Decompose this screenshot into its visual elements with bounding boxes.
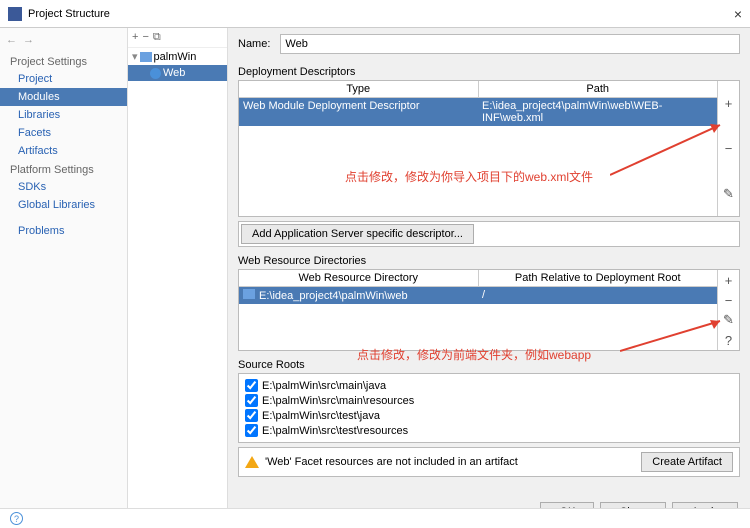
titlebar: Project Structure × <box>0 0 750 28</box>
col-type: Type <box>239 81 479 97</box>
tree-panel: + − ⧉ ▾ palmWin Web <box>128 28 228 508</box>
section-header: Platform Settings <box>0 160 127 178</box>
checkbox[interactable] <box>245 394 258 407</box>
resources-label: Web Resource Directories <box>238 255 740 267</box>
source-root-item[interactable]: E:\palmWin\src\main\java <box>245 378 733 393</box>
source-root-item[interactable]: E:\palmWin\src\test\resources <box>245 423 733 438</box>
edit-icon[interactable]: ✎ <box>718 310 739 330</box>
sidebar-item-sdks[interactable]: SDKs <box>0 178 127 196</box>
deployment-label: Deployment Descriptors <box>238 66 740 78</box>
tree-item[interactable]: ▾ palmWin <box>128 48 227 65</box>
name-label: Name: <box>238 38 270 50</box>
forward-icon[interactable]: → <box>23 34 34 46</box>
warning-row: 'Web' Facet resources are not included i… <box>238 447 740 477</box>
col-dir: Web Resource Directory <box>239 270 479 286</box>
sidebar-item-global-libraries[interactable]: Global Libraries <box>0 196 127 214</box>
close-icon[interactable]: × <box>734 6 742 22</box>
content: Name: Deployment Descriptors Type Path W… <box>228 28 750 508</box>
sidebar-item-problems[interactable]: Problems <box>0 222 127 240</box>
add-descriptor-button[interactable]: Add Application Server specific descript… <box>241 224 474 244</box>
deployment-table: Type Path Web Module Deployment Descript… <box>238 80 740 217</box>
sidebar-item-libraries[interactable]: Libraries <box>0 106 127 124</box>
add-icon[interactable]: + <box>718 270 739 290</box>
sidebar-item-facets[interactable]: Facets <box>0 124 127 142</box>
source-root-item[interactable]: E:\palmWin\src\main\resources <box>245 393 733 408</box>
remove-icon[interactable]: − <box>718 126 739 171</box>
checkbox[interactable] <box>245 409 258 422</box>
web-icon <box>150 68 161 79</box>
resources-table: Web Resource Directory Path Relative to … <box>238 269 740 351</box>
tree-label: Web <box>163 67 185 79</box>
help-icon[interactable]: ? <box>10 512 23 525</box>
help-icon[interactable]: ? <box>718 330 739 350</box>
edit-icon[interactable]: ✎ <box>718 171 739 216</box>
checkbox[interactable] <box>245 424 258 437</box>
cell-dir: E:\idea_project4\palmWin\web <box>239 287 478 304</box>
copy-icon[interactable]: ⧉ <box>153 31 161 44</box>
status-bar: ? <box>0 508 750 528</box>
window-title: Project Structure <box>28 8 110 20</box>
warning-text: 'Web' Facet resources are not included i… <box>265 456 518 468</box>
table-row[interactable]: E:\idea_project4\palmWin\web / <box>239 287 717 304</box>
tree-label: palmWin <box>154 51 197 63</box>
sidebar-item-artifacts[interactable]: Artifacts <box>0 142 127 160</box>
sidebar-item-project[interactable]: Project <box>0 70 127 88</box>
sidebar: ← → Project Settings Project Modules Lib… <box>0 28 128 508</box>
add-icon[interactable]: + <box>718 81 739 126</box>
col-path: Path <box>479 81 718 97</box>
create-artifact-button[interactable]: Create Artifact <box>641 452 733 472</box>
app-icon <box>8 7 22 21</box>
add-icon[interactable]: + <box>132 31 138 44</box>
warning-icon <box>245 456 259 468</box>
source-roots-label: Source Roots <box>238 359 740 371</box>
table-row[interactable]: Web Module Deployment Descriptor E:\idea… <box>239 98 717 126</box>
remove-icon[interactable]: − <box>718 290 739 310</box>
folder-icon <box>140 52 152 62</box>
remove-icon[interactable]: − <box>142 31 148 44</box>
section-header: Project Settings <box>0 52 127 70</box>
tree-item[interactable]: Web <box>128 65 227 81</box>
source-roots-box: E:\palmWin\src\main\java E:\palmWin\src\… <box>238 373 740 443</box>
cell-path: E:\idea_project4\palmWin\web\WEB-INF\web… <box>478 98 717 126</box>
back-icon[interactable]: ← <box>6 34 17 46</box>
sidebar-item-modules[interactable]: Modules <box>0 88 127 106</box>
source-root-item[interactable]: E:\palmWin\src\test\java <box>245 408 733 423</box>
col-relpath: Path Relative to Deployment Root <box>479 270 718 286</box>
cell-type: Web Module Deployment Descriptor <box>239 98 478 126</box>
checkbox[interactable] <box>245 379 258 392</box>
name-input[interactable] <box>280 34 740 54</box>
cell-relpath: / <box>478 287 717 304</box>
